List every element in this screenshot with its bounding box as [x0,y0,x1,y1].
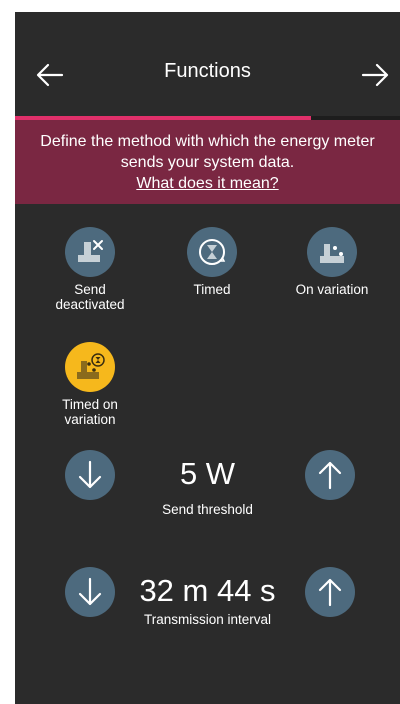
info-banner: Define the method with which the energy … [15,120,400,204]
interval-increase-button[interactable] [305,567,355,617]
interval-decrease-button[interactable] [65,567,115,617]
mode-circle [187,227,237,277]
page-title: Functions [164,60,251,82]
mode-on-variation[interactable]: On variation [272,227,392,297]
send-deactivated-icon [78,240,103,262]
what-does-it-mean-link[interactable]: What does it mean? [136,173,278,194]
app-screen: Functions Define the method with which t… [15,12,400,704]
mode-label: Timed on [62,397,118,412]
arrow-up-icon [318,461,342,490]
mode-circle [307,227,357,277]
interval-value: 32 m 44 s [139,573,276,608]
interval-label: Transmission interval [143,612,272,627]
arrow-down-icon [78,577,102,606]
mode-label: Timed [193,282,231,297]
threshold-label: Send threshold [162,502,253,517]
mode-label: variation [64,412,116,427]
threshold-increase-button[interactable] [305,450,355,500]
on-variation-icon [320,244,344,263]
header: Functions [15,12,400,120]
forward-button[interactable] [358,58,392,92]
mode-label: On variation [295,282,369,297]
mode-circle [65,227,115,277]
timed-on-variation-icon [77,353,105,379]
mode-label: deactivated [55,297,125,312]
arrow-down-icon [78,460,102,489]
arrow-right-icon [361,63,389,87]
banner-description: Define the method with which the energy … [40,133,375,171]
timer-icon [199,239,226,265]
mode-send-deactivated[interactable]: Send deactivated [30,227,150,312]
arrow-up-icon [318,578,342,607]
threshold-value: 5 W [179,456,236,491]
mode-label: Send [74,282,106,297]
mode-circle [65,342,115,392]
mode-timed-on-variation[interactable]: Timed on variation [30,342,150,427]
threshold-decrease-button[interactable] [65,450,115,500]
mode-timed[interactable]: Timed [152,227,272,297]
